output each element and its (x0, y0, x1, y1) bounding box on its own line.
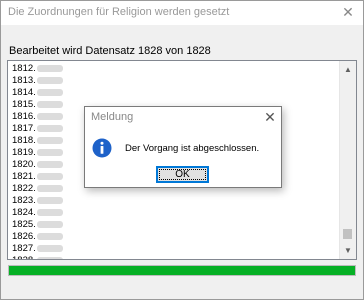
redacted-text (36, 76, 63, 84)
redacted-text (36, 244, 63, 252)
ok-button[interactable]: OK (156, 166, 209, 183)
list-item[interactable]: 1827. (12, 243, 342, 255)
list-item[interactable]: 1813. (12, 75, 342, 87)
redacted-text (36, 64, 63, 72)
window-title: Die Zuordnungen für Religion werden gese… (8, 6, 230, 18)
list-item[interactable]: 1826. (12, 231, 342, 243)
redacted-text (36, 148, 63, 156)
list-item-number: 1824. (12, 207, 36, 218)
message-dialog: Meldung ✕ Der Vorgang ist abgeschlossen.… (84, 106, 282, 188)
list-item-number: 1817. (12, 123, 36, 134)
list-item-number: 1815. (12, 99, 36, 110)
dialog-body: Der Vorgang ist abgeschlossen. OK (85, 129, 281, 187)
list-item-number: 1821. (12, 171, 36, 182)
list-item-number: 1818. (12, 135, 36, 146)
progress-bar (8, 265, 356, 276)
list-item-number: 1813. (12, 75, 36, 86)
redacted-text (36, 220, 63, 228)
list-item[interactable]: 1812. (12, 63, 342, 75)
status-label: Bearbeitet wird Datensatz 1828 von 1828 (9, 45, 211, 57)
dialog-titlebar: Meldung ✕ (85, 107, 281, 129)
window-close-button[interactable]: ✕ (333, 1, 363, 25)
list-item-number: 1819. (12, 147, 36, 158)
redacted-text (36, 136, 63, 144)
list-item[interactable]: 1823. (12, 195, 342, 207)
list-item-number: 1827. (12, 243, 36, 254)
list-item[interactable]: 1814. (12, 87, 342, 99)
redacted-text (36, 100, 63, 108)
redacted-text (36, 256, 63, 259)
redacted-text (36, 88, 63, 96)
list-item[interactable]: 1824. (12, 207, 342, 219)
redacted-text (36, 124, 63, 132)
list-item-number: 1822. (12, 183, 36, 194)
list-item[interactable]: 1825. (12, 219, 342, 231)
window-titlebar: Die Zuordnungen für Religion werden gese… (1, 1, 363, 25)
redacted-text (36, 172, 63, 180)
scroll-down-button[interactable]: ▼ (340, 242, 356, 259)
redacted-text (36, 196, 63, 204)
list-item-number: 1825. (12, 219, 36, 230)
list-item-number: 1828. (12, 255, 36, 259)
progress-fill (9, 266, 355, 275)
dialog-message: Der Vorgang ist abgeschlossen. (125, 143, 260, 154)
dialog-close-button[interactable]: ✕ (263, 108, 277, 126)
list-item[interactable]: 1828. (12, 255, 342, 259)
list-item-number: 1812. (12, 63, 36, 74)
list-item-number: 1816. (12, 111, 36, 122)
redacted-text (36, 208, 63, 216)
scroll-up-button[interactable]: ▲ (340, 61, 356, 78)
redacted-text (36, 232, 63, 240)
redacted-text (36, 160, 63, 168)
scroll-thumb[interactable] (343, 229, 352, 239)
vertical-scrollbar[interactable]: ▲ ▼ (339, 61, 356, 259)
dialog-title: Meldung (91, 111, 134, 123)
list-item-number: 1826. (12, 231, 36, 242)
list-item-number: 1820. (12, 159, 36, 170)
redacted-text (36, 112, 63, 120)
redacted-text (36, 184, 63, 192)
info-icon (92, 138, 112, 158)
list-item-number: 1823. (12, 195, 36, 206)
list-item-number: 1814. (12, 87, 36, 98)
